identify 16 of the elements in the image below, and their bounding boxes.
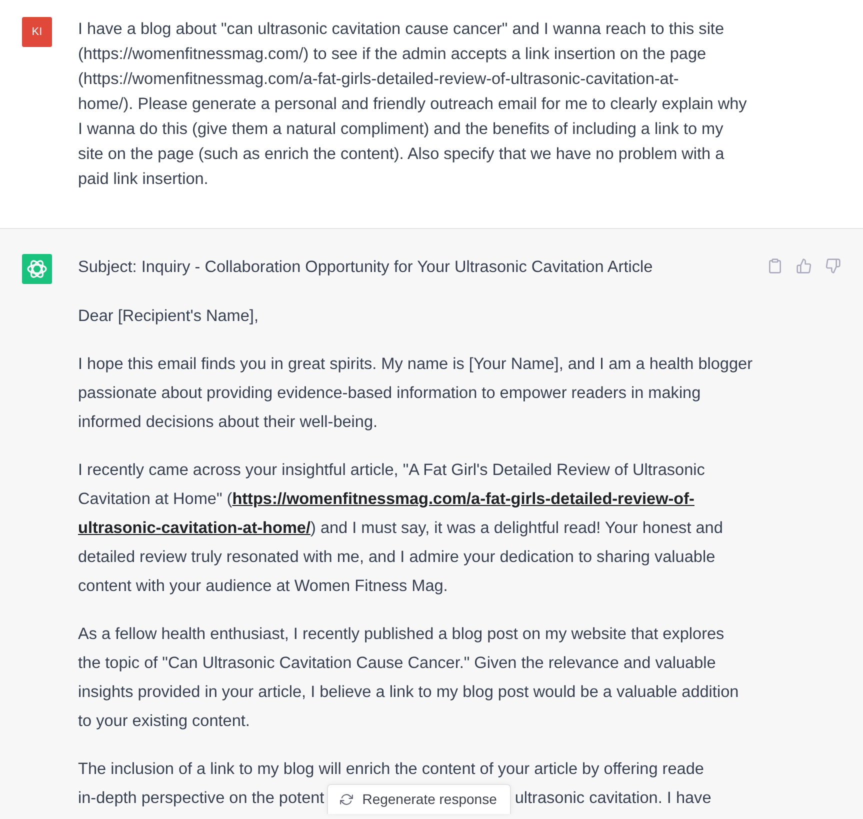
regenerate-button[interactable]: Regenerate response — [327, 784, 511, 814]
email-paragraph: I hope this email finds you in great spirits. My name is [Your Name], and I am a health blogger passionate about providing evidence-based information to empower readers in making informed decisions about their well-being. — [78, 354, 754, 433]
atom-logo-icon — [22, 254, 52, 284]
prompt-text: I have a blog about "can ultrasonic cavitation cause cancer" and I wanna reach to this site (https://womenfitnessmag.com/) to see if the admin accepts a link insertion on the page (https://womenfitnessmag.com/a-fat-girls-detailed-review-of-ultrasonic-cavitation-at- home/). Please generate a personal and friendly outreach email for me to clearly explain why I wanna do this (give them a natural compliment) and the benefits of including a link to my site on the page (such as enrich the content). Also specify that we have no problem with a paid link insertion. — [78, 19, 747, 190]
article-link[interactable]: https://womenfitnessmag.com/a-fat-girls-detailed-review-of- — [232, 490, 694, 508]
email-subject: Subject: Inquiry - Collaboration Opportunity for Your Ultrasonic Cavitation Article — [78, 257, 654, 278]
user-avatar: KI — [22, 17, 52, 47]
thumbs-down-icon[interactable] — [825, 258, 841, 274]
email-paragraph: I recently came across your insightful article, "A Fat Girl's Detailed Review of Ultrasonic Cavitation at Home" (https://womenfitnessmag.com/a-fat-girls-detailed-review-of- ultrasonic-cavitation-at-home/) and I must say, it was a delightful read! Your honest and detailed review truly resonated with me, and I admire your dedication to sharing valuable content with your audience at Women Fitness Mag. — [78, 460, 724, 597]
clipboard-icon[interactable] — [767, 258, 783, 274]
email-paragraph: The inclusion of a link to my blog will enrich the content of your article by offering reade in-depth perspective on the potent Regenerate response ultrasonic cavitation. I have — [78, 755, 767, 813]
refresh-icon — [340, 792, 354, 806]
email-paragraph: As a fellow health enthusiast, I recently published a blog post on my website that explores the topic of "Can Ultrasonic Cavitation Cause Cancer." Given the relevance and valuable insights provided in your article, I believe a link to my blog post would be a valuable addition to your existing content. — [78, 624, 740, 732]
thumbs-up-icon[interactable] — [796, 258, 812, 274]
article-link[interactable]: ultrasonic-cavitation-at-home/ — [78, 519, 310, 537]
email-greeting: Dear [Recipient's Name], — [78, 306, 260, 327]
